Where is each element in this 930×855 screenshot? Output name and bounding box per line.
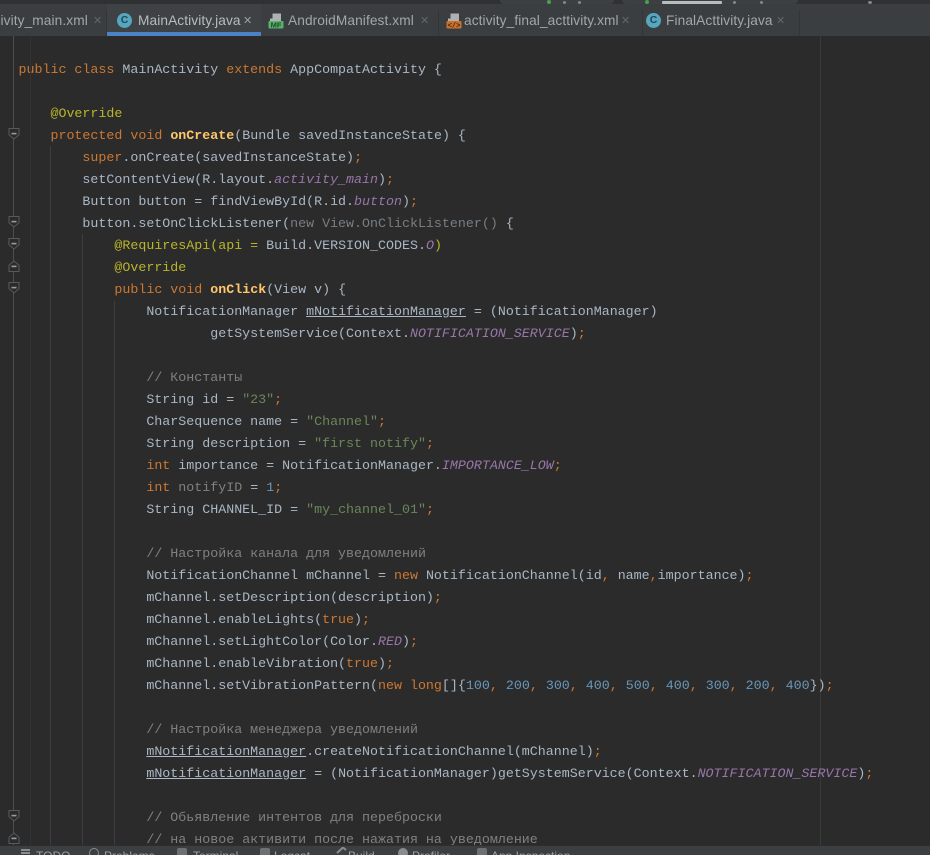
svg-text:MF: MF <box>271 21 282 30</box>
svg-text:</>: </> <box>448 23 461 30</box>
